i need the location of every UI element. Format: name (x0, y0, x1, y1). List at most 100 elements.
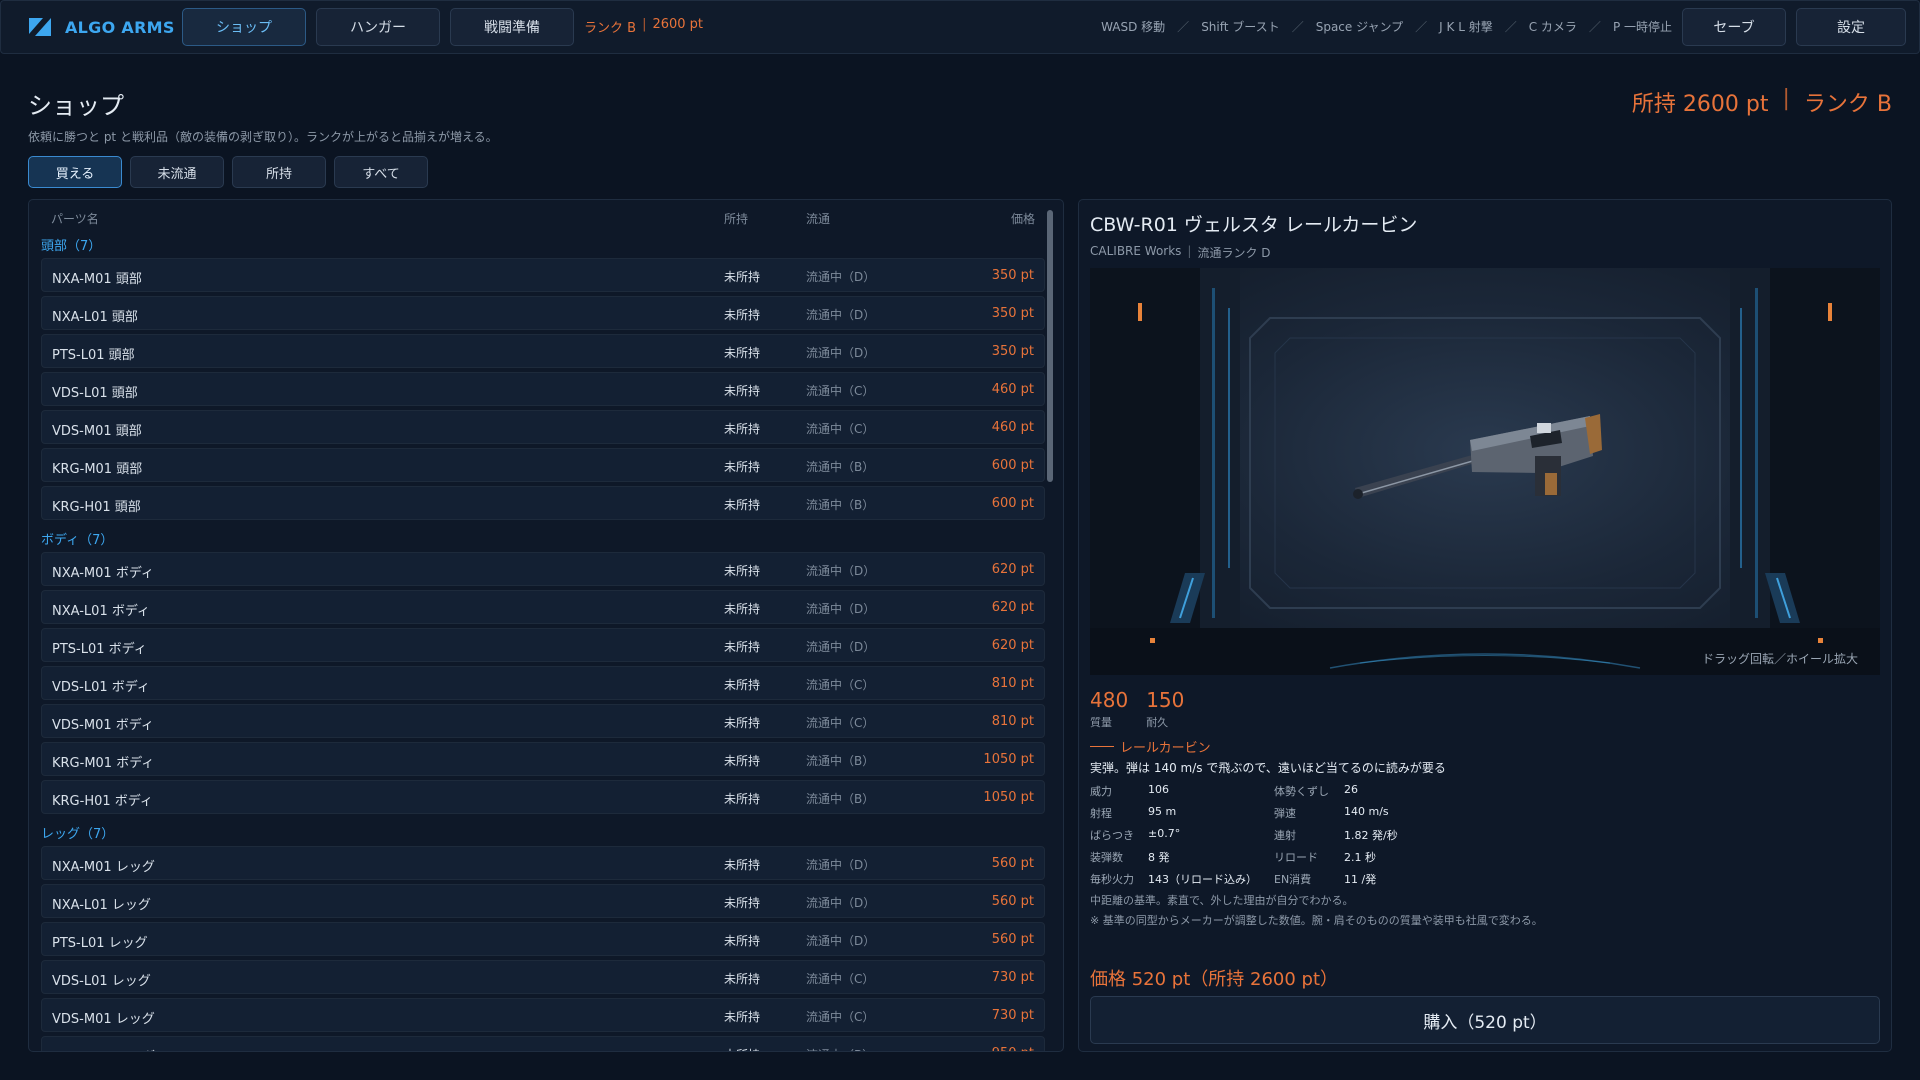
part-distribution: 流通中（B） (806, 754, 875, 768)
part-name: VDS-M01 レッグ (52, 1012, 155, 1027)
group-title[interactable]: 頭部（7） (29, 230, 1049, 258)
rail-carbine-model (1353, 414, 1602, 499)
list-item[interactable]: VDS-M01 ボディ 未所持 流通中（C） 810 pt (41, 704, 1045, 738)
list-item[interactable]: NXA-M01 ボディ 未所持 流通中（D） 620 pt (41, 552, 1045, 586)
spec-row: 威力 106 体勢くずし 26 (1090, 780, 1490, 802)
part-name: NXA-M01 頭部 (52, 272, 142, 287)
part-distribution: 流通中（C） (806, 678, 875, 692)
part-price: 810 pt (991, 676, 1034, 691)
part-name: VDS-L01 ボディ (52, 680, 150, 695)
list-item[interactable]: VDS-M01 頭部 未所持 流通中（C） 460 pt (41, 410, 1045, 444)
list-scrollbar[interactable] (1047, 210, 1053, 1043)
spec-row: 毎秒火力 143（リロード込み） EN消費 11 /発 (1090, 868, 1490, 890)
spec-table: 威力 106 体勢くずし 26 射程 95 m 弾速 140 m/s ばらつき ±0.7° 連射 1.… (1090, 780, 1490, 890)
list-item[interactable]: PTS-L01 ボディ 未所持 流通中（D） 620 pt (41, 628, 1045, 662)
logo: ALGO ARMS (29, 18, 179, 37)
part-distribution: 流通中（B） (806, 498, 875, 512)
list-item[interactable]: KRG-M01 頭部 未所持 流通中（B） 600 pt (41, 448, 1045, 482)
part-owned: 未所持 (724, 678, 761, 692)
part-owned: 未所持 (724, 640, 761, 654)
part-owned: 未所持 (724, 422, 761, 436)
list-item[interactable]: VDS-L01 頭部 未所持 流通中（C） 460 pt (41, 372, 1045, 406)
part-price: 620 pt (991, 600, 1034, 615)
filter-affordable[interactable]: 買える (28, 156, 122, 188)
part-distribution: 流通中（B） (806, 1046, 874, 1051)
list-item[interactable]: VDS-L01 レッグ 未所持 流通中（C） 730 pt (41, 960, 1045, 994)
filter-not-distributed[interactable]: 未流通 (130, 156, 224, 188)
spec-value: 140 m/s (1344, 805, 1389, 818)
part-distribution: 流通中（D） (806, 602, 876, 616)
list-item[interactable]: VDS-L01 ボディ 未所持 流通中（C） 810 pt (41, 666, 1045, 700)
list-item[interactable]: NXA-L01 ボディ 未所持 流通中（D） 620 pt (41, 590, 1045, 624)
list-item[interactable]: KRG-M01 レッグ 未所持 流通中（B） 950 pt (41, 1036, 1045, 1051)
price-line: 価格 520 pt（所持 2600 pt） (1090, 969, 1339, 990)
part-owned: 未所持 (724, 792, 761, 806)
filter-tabs: 買える 未流通 所持 すべて (28, 156, 428, 188)
list-item[interactable]: KRG-H01 頭部 未所持 流通中（B） 600 pt (41, 486, 1045, 520)
part-name: VDS-L01 頭部 (52, 386, 138, 401)
list-item[interactable]: NXA-M01 レッグ 未所持 流通中（D） 560 pt (41, 846, 1045, 880)
part-distribution: 流通中（D） (806, 934, 876, 948)
hint-camera: C カメラ (1528, 20, 1577, 34)
part-price: 350 pt (991, 344, 1034, 359)
nav-hangar-button[interactable]: ハンガー (316, 8, 440, 46)
part-owned: 未所持 (724, 934, 761, 948)
list-item[interactable]: KRG-H01 ボディ 未所持 流通中（B） 1050 pt (41, 780, 1045, 814)
part-distribution: 流通中（D） (806, 858, 876, 872)
list-item[interactable]: KRG-M01 ボディ 未所持 流通中（B） 1050 pt (41, 742, 1045, 776)
list-scrollbar-thumb[interactable] (1047, 210, 1053, 482)
nav-rank-info: ランク B | 2600 pt (584, 17, 704, 36)
group-title[interactable]: ボディ（7） (29, 524, 1049, 552)
part-distribution: 流通中（D） (806, 564, 876, 578)
nav-rank: ランク B (584, 21, 637, 36)
part-name: NXA-L01 ボディ (52, 604, 150, 619)
part-price: 350 pt (991, 306, 1034, 321)
filter-all[interactable]: すべて (334, 156, 428, 188)
nav-shop-button[interactable]: ショップ (182, 8, 306, 46)
part-owned: 未所持 (724, 858, 761, 872)
hint-move: WASD 移動 (1101, 20, 1166, 34)
spec-value: 1.82 発/秒 (1344, 829, 1398, 842)
part-price: 600 pt (991, 496, 1034, 511)
nav-points: 2600 pt (652, 17, 704, 32)
part-price: 600 pt (991, 458, 1034, 473)
part-owned: 未所持 (724, 716, 761, 730)
spec-row: ばらつき ±0.7° 連射 1.82 発/秒 (1090, 824, 1490, 846)
list-item[interactable]: PTS-L01 レッグ 未所持 流通中（D） 560 pt (41, 922, 1045, 956)
owned-points: 所持 2600 pt (1631, 92, 1769, 117)
spec-row: 射程 95 m 弾速 140 m/s (1090, 802, 1490, 824)
settings-button[interactable]: 設定 (1796, 8, 1906, 46)
stat-durability-label: 耐久 (1146, 716, 1169, 729)
part-owned: 未所持 (724, 384, 761, 398)
stat-weight-label: 質量 (1090, 716, 1112, 729)
part-price: 560 pt (991, 856, 1034, 871)
nav-battle-prep-button[interactable]: 戦闘準備 (450, 8, 574, 46)
part-owned: 未所持 (724, 564, 761, 578)
header-price: 価格 (1010, 212, 1035, 226)
spec-value: 11 /発 (1344, 873, 1377, 886)
save-button[interactable]: セーブ (1682, 8, 1786, 46)
list-item[interactable]: NXA-L01 頭部 未所持 流通中（D） 350 pt (41, 296, 1045, 330)
spec-key: 体勢くずし (1274, 785, 1329, 798)
list-item[interactable]: PTS-L01 頭部 未所持 流通中（D） 350 pt (41, 334, 1045, 368)
list-item[interactable]: NXA-L01 レッグ 未所持 流通中（D） 560 pt (41, 884, 1045, 918)
part-price: 1050 pt (983, 752, 1034, 767)
parts-list: 頭部（7） NXA-M01 頭部 未所持 流通中（D） 350 pt NXA-L01 頭部… (29, 230, 1049, 1051)
model-viewer[interactable]: ドラッグ回転／ホイール拡大 (1090, 268, 1880, 675)
list-item[interactable]: NXA-M01 頭部 未所持 流通中（D） 350 pt (41, 258, 1045, 292)
part-distribution: 流通中（D） (806, 270, 876, 284)
hint-pause: P 一時停止 (1612, 20, 1672, 34)
buy-button[interactable]: 購入（520 pt） (1090, 996, 1880, 1044)
part-name: VDS-M01 ボディ (52, 718, 154, 733)
part-price: 620 pt (991, 562, 1034, 577)
viewer-hint: ドラッグ回転／ホイール拡大 (1701, 652, 1858, 666)
spec-key: EN消費 (1274, 873, 1312, 886)
key-stats: 480 質量 150 耐久 (1090, 688, 1184, 730)
group-title[interactable]: レッグ（7） (29, 818, 1049, 846)
list-item[interactable]: VDS-M01 レッグ 未所持 流通中（C） 730 pt (41, 998, 1045, 1032)
part-name: NXA-M01 レッグ (52, 860, 155, 875)
part-price: 560 pt (991, 894, 1034, 909)
part-owned: 未所持 (724, 1010, 761, 1024)
filter-owned[interactable]: 所持 (232, 156, 326, 188)
part-owned: 未所持 (724, 1046, 760, 1051)
